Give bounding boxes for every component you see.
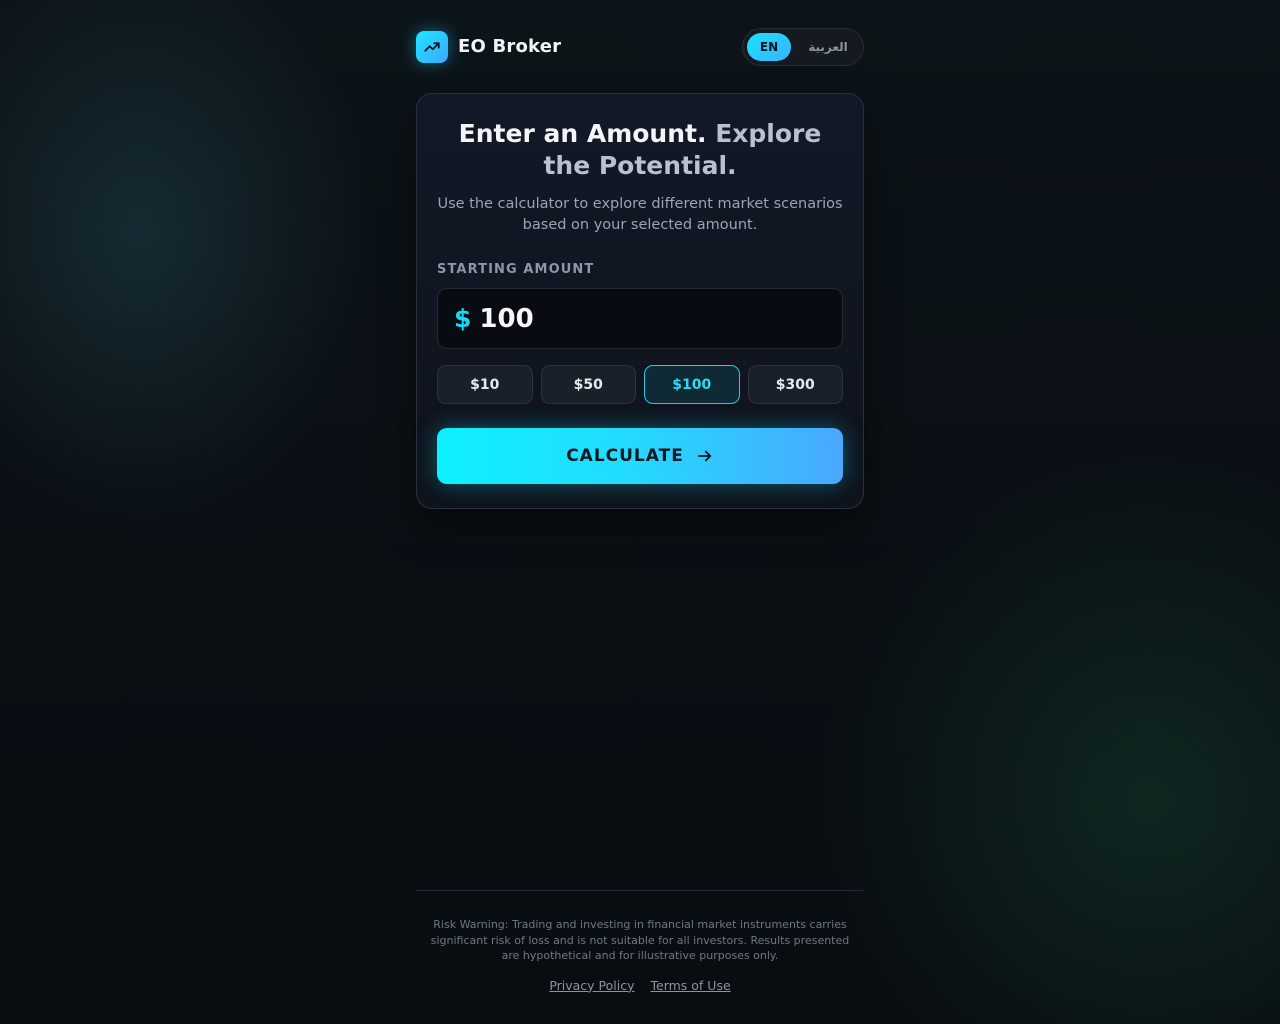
arrow-right-icon [697,450,711,462]
risk-warning: Risk Warning: Trading and investing in f… [430,918,850,962]
preset-button-50[interactable]: $50 [540,365,636,404]
language-toggle: EN العربية [742,27,864,66]
language-en-button[interactable]: EN [747,32,791,61]
preset-button-100[interactable]: $100 [644,365,740,404]
preset-amounts: $10 $50 $100 $300 [437,365,843,404]
footer: Risk Warning: Trading and investing in f… [416,890,864,993]
amount-label: STARTING AMOUNT [437,262,595,277]
calculator-card: Enter an Amount. Explore the Potential. … [416,93,864,509]
page-container: EO Broker EN العربية Enter an Amount. Ex… [416,0,864,509]
page-subtitle: Use the calculator to explore different … [437,196,843,233]
header: EO Broker EN العربية [416,0,864,93]
brand[interactable]: EO Broker [416,30,562,63]
title-main: Enter an Amount. [458,119,707,148]
page-title: Enter an Amount. Explore the Potential. [437,118,843,182]
amount-field[interactable]: $ [437,288,843,349]
calculate-button[interactable]: CALCULATE [437,428,843,484]
amount-input[interactable] [479,303,780,334]
footer-links: Privacy Policy Terms of Use [416,978,864,993]
currency-symbol: $ [454,304,472,333]
terms-of-use-link[interactable]: Terms of Use [651,978,731,993]
language-ar-button[interactable]: العربية [797,33,859,61]
preset-button-10[interactable]: $10 [437,365,533,404]
brand-name: EO Broker [458,36,562,57]
privacy-policy-link[interactable]: Privacy Policy [549,978,634,993]
calculate-label: CALCULATE [566,446,684,466]
trending-up-icon [416,30,448,63]
preset-button-300[interactable]: $300 [747,365,843,404]
